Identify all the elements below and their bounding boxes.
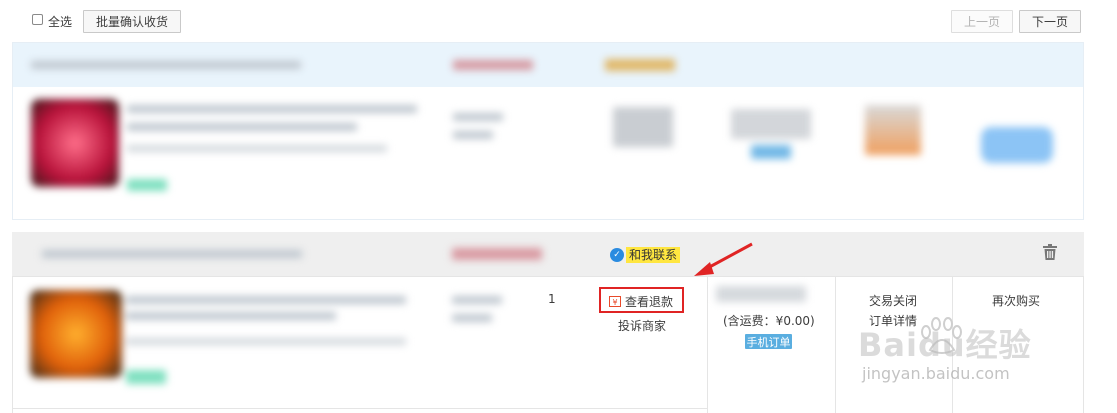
complain-merchant-link[interactable]: 投诉商家 <box>618 317 666 334</box>
product-info-blurred <box>12 278 572 408</box>
prev-page-button[interactable]: 上一页 <box>951 10 1013 33</box>
order-header <box>12 232 1084 276</box>
order-card-blurred <box>12 42 1084 220</box>
buy-again-link[interactable]: 再次购买 <box>992 292 1040 309</box>
trash-icon[interactable] <box>1043 244 1057 260</box>
divider <box>1083 276 1084 413</box>
contact-label: 和我联系 <box>626 247 681 263</box>
select-all-checkbox[interactable] <box>32 14 43 25</box>
contact-icon: ✓ <box>610 248 624 262</box>
price-blurred <box>712 280 812 310</box>
select-all-label: 全选 <box>48 15 73 29</box>
arrow-annotation-icon <box>694 242 753 276</box>
watermark-brand: Baidu经验 <box>858 326 1032 364</box>
contact-seller-link[interactable]: ✓ 和我联系 <box>610 246 681 264</box>
order-status: 交易关闭 <box>869 294 918 308</box>
batch-confirm-button[interactable]: 批量确认收货 <box>83 10 181 33</box>
view-refund-link[interactable]: ¥ 查看退款 <box>609 293 673 310</box>
refund-icon: ¥ <box>609 296 621 307</box>
quantity-value: 1 <box>548 292 556 306</box>
row-bottom-border <box>12 408 708 409</box>
order-header-blurred <box>13 43 1083 87</box>
divider <box>707 276 708 413</box>
row-top-border <box>12 276 1084 277</box>
watermark-url: jingyan.baidu.com <box>862 364 1010 383</box>
shipping-fee-label: (含运费：¥0.00) <box>723 314 815 328</box>
next-page-button[interactable]: 下一页 <box>1019 10 1081 33</box>
mobile-order-tag: 手机订单 <box>745 334 792 349</box>
divider <box>835 276 836 413</box>
baidu-watermark: Baidu经验 jingyan.baidu.com <box>858 317 1058 388</box>
view-refund-label: 查看退款 <box>625 295 674 309</box>
